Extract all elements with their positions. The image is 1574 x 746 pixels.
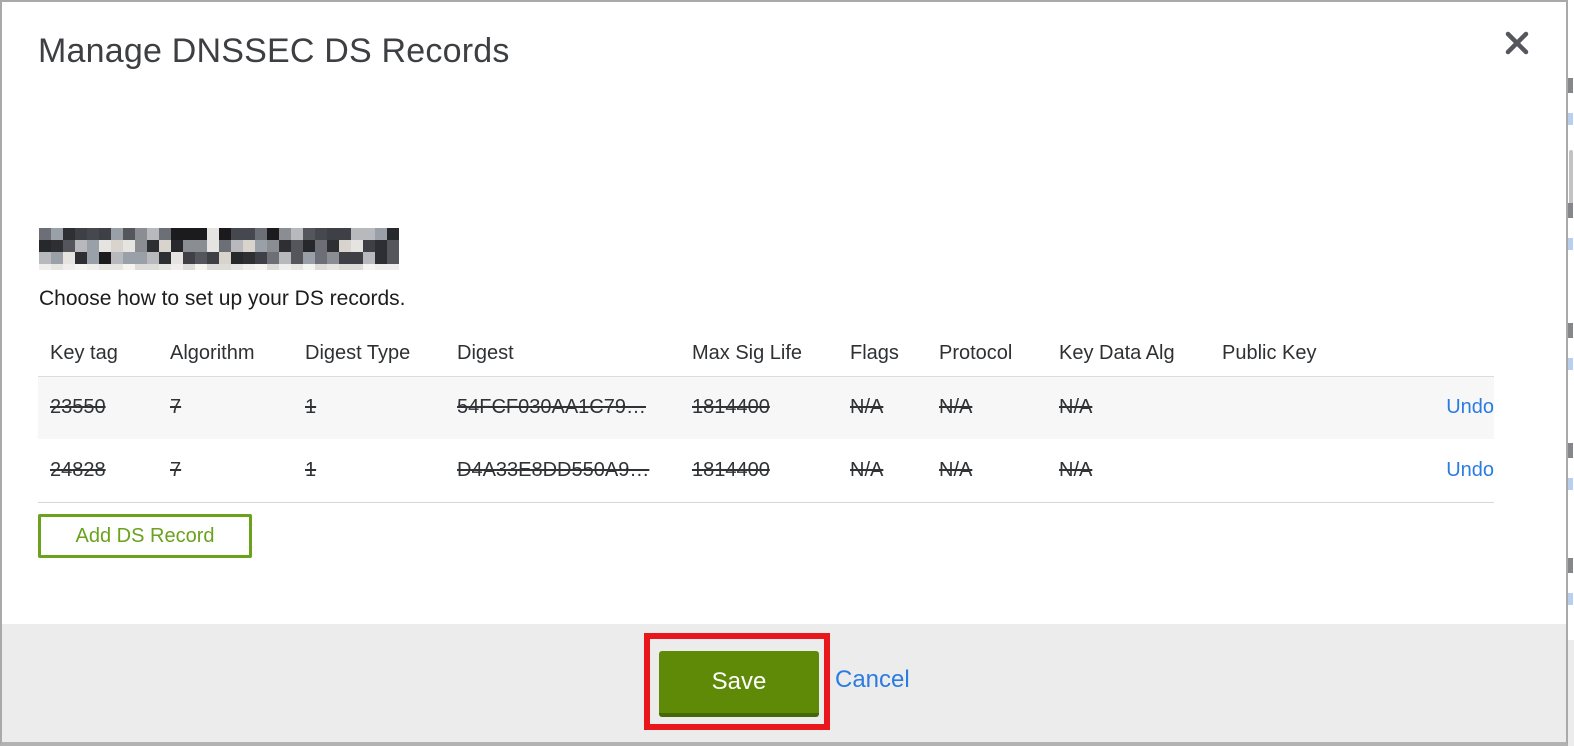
undo-link[interactable]: Undo — [1446, 459, 1494, 481]
background-footer-fragment — [1568, 640, 1574, 746]
background-link-fragment — [1568, 358, 1573, 370]
background-link-fragment — [1568, 478, 1573, 490]
col-header-key-tag: Key tag — [38, 332, 158, 377]
close-icon[interactable] — [1500, 26, 1534, 60]
col-header-key-data-alg: Key Data Alg — [1047, 332, 1210, 377]
max-sig-life-value: 1814400 — [692, 458, 770, 481]
col-header-max-sig-life: Max Sig Life — [680, 332, 838, 377]
table-header-row: Key tag Algorithm Digest Type Digest Max… — [38, 332, 1494, 377]
modal-footer: Save Cancel — [2, 624, 1566, 742]
add-ds-record-button[interactable]: Add DS Record — [38, 514, 252, 558]
background-text-fragment — [1568, 323, 1573, 338]
background-text-fragment — [1568, 78, 1573, 93]
col-header-digest: Digest — [445, 332, 680, 377]
col-header-digest-type: Digest Type — [293, 332, 445, 377]
background-page-sliver — [1568, 0, 1574, 746]
save-button[interactable]: Save — [659, 651, 819, 717]
key-data-alg-value: N/A — [1059, 458, 1093, 481]
x-close-icon — [1505, 31, 1529, 55]
ds-records-table: Key tag Algorithm Digest Type Digest Max… — [38, 332, 1494, 503]
intro-text: Choose how to set up your DS records. — [39, 287, 406, 310]
undo-link[interactable]: Undo — [1446, 396, 1494, 418]
table-row: 23550 7 1 54FCF030AA1C79… 1814400 N/A N/… — [38, 376, 1494, 439]
table-row: 24828 7 1 D4A33E8DD550A9… 1814400 N/A N/… — [38, 439, 1494, 502]
annotation-highlight-box: Save — [644, 633, 830, 730]
background-text-fragment — [1568, 203, 1573, 218]
background-text-fragment — [1568, 443, 1573, 458]
scrollbar-thumb[interactable] — [1569, 150, 1573, 206]
col-header-flags: Flags — [838, 332, 927, 377]
key-data-alg-value: N/A — [1059, 396, 1093, 419]
col-header-public-key: Public Key — [1210, 332, 1380, 377]
cancel-link[interactable]: Cancel — [835, 666, 910, 694]
digest-type-value: 1 — [305, 458, 317, 481]
digest-value: 54FCF030AA1C79… — [457, 396, 646, 419]
digest-value: D4A33E8DD550A9… — [457, 458, 650, 481]
algorithm-value: 7 — [170, 458, 182, 481]
background-link-fragment — [1568, 238, 1573, 250]
background-link-fragment — [1568, 113, 1573, 125]
digest-type-value: 1 — [305, 396, 317, 419]
page-title: Manage DNSSEC DS Records — [38, 32, 510, 70]
max-sig-life-value: 1814400 — [692, 396, 770, 419]
col-header-actions — [1380, 332, 1494, 377]
algorithm-value: 7 — [170, 396, 182, 419]
key-tag-value: 23550 — [50, 396, 106, 419]
col-header-algorithm: Algorithm — [158, 332, 293, 377]
protocol-value: N/A — [939, 396, 973, 419]
redacted-domain-name — [39, 228, 399, 270]
background-link-fragment — [1568, 593, 1573, 605]
flags-value: N/A — [850, 458, 884, 481]
key-tag-value: 24828 — [50, 458, 106, 481]
background-text-fragment — [1568, 558, 1573, 573]
col-header-protocol: Protocol — [927, 332, 1047, 377]
protocol-value: N/A — [939, 458, 973, 481]
flags-value: N/A — [850, 396, 884, 419]
dnssec-ds-records-modal: Manage DNSSEC DS Records Choose how to s… — [0, 0, 1568, 746]
